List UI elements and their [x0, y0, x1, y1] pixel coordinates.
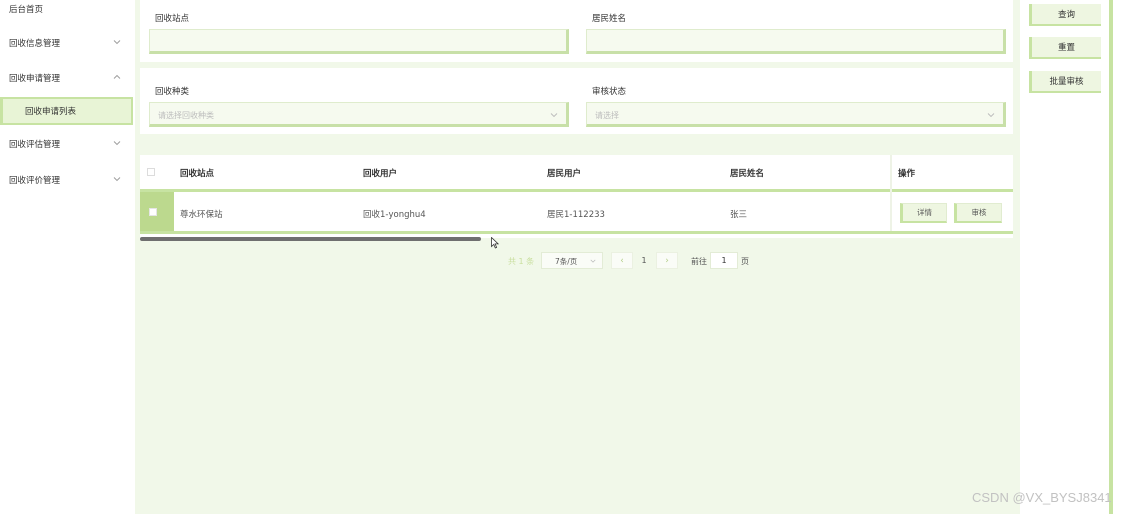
sidebar-item-label: 回收信息管理 [9, 39, 61, 49]
cell-recycle-user: 回收1-yonghu4 [363, 210, 426, 220]
goto-suffix: 页 [741, 257, 749, 266]
actions-column-divider [890, 155, 892, 234]
sidebar-item-label: 回收评估管理 [9, 140, 61, 150]
row-divider [140, 231, 1013, 234]
chevron-down-icon [113, 177, 121, 182]
data-table: 回收站点 回收用户 居民用户 居民姓名 操作 尊水环保站 回收1-yonghu4… [140, 155, 1013, 238]
audit-status-label: 审核状态 [592, 87, 627, 97]
reset-button[interactable]: 重置 [1029, 37, 1101, 59]
cell-resident-user: 居民1-112233 [547, 210, 605, 220]
audit-button[interactable]: 审核 [954, 203, 1002, 223]
column-header-resident-name: 居民姓名 [730, 169, 765, 179]
batch-audit-button[interactable]: 批量审核 [1029, 71, 1101, 93]
header-divider [140, 189, 1013, 192]
chevron-down-icon [113, 141, 121, 146]
column-header-resident-user: 居民用户 [547, 169, 582, 179]
chevron-down-icon [590, 259, 596, 263]
goto-page-input[interactable]: 1 [710, 252, 738, 269]
station-input[interactable] [149, 29, 569, 54]
pagination-total: 共 1 条 [508, 257, 535, 266]
page-size-value: 7条/页 [555, 257, 578, 266]
column-header-recycle-user: 回收用户 [363, 169, 398, 179]
station-label: 回收站点 [155, 14, 190, 24]
column-header-station: 回收站点 [180, 169, 215, 179]
query-button[interactable]: 查询 [1029, 4, 1101, 26]
current-page[interactable]: 1 [633, 252, 655, 269]
chevron-down-icon [987, 113, 995, 118]
chevron-up-icon [113, 74, 121, 79]
chevron-down-icon [550, 113, 558, 118]
sidebar-item-home[interactable]: 后台首页 [0, 0, 135, 22]
sidebar-item-recycle-apply-list[interactable]: 回收申请列表 [0, 97, 133, 125]
cell-resident-name: 张三 [730, 210, 748, 220]
sidebar-item-recycle-review[interactable]: 回收评价管理 [0, 167, 135, 193]
prev-page-button[interactable]: ‹ [611, 252, 633, 269]
category-placeholder: 请选择回收种类 [158, 111, 214, 120]
category-select[interactable]: 请选择回收种类 [149, 102, 569, 127]
horizontal-scrollbar[interactable] [140, 237, 481, 241]
next-page-button[interactable]: › [656, 252, 678, 269]
sidebar-item-recycle-apply[interactable]: 回收申请管理 [0, 65, 135, 91]
category-label: 回收种类 [155, 87, 190, 97]
sidebar-item-recycle-evaluation[interactable]: 回收评估管理 [0, 131, 135, 157]
resident-name-input[interactable] [586, 29, 1006, 54]
audit-status-placeholder: 请选择 [595, 111, 619, 120]
sidebar-item-label: 回收申请管理 [9, 74, 61, 84]
filter-panel-top: 回收站点 居民姓名 [140, 0, 1013, 62]
sidebar-item-label: 回收申请列表 [25, 107, 77, 117]
mouse-cursor-icon [491, 237, 499, 249]
sidebar-item-label: 回收评价管理 [9, 176, 61, 186]
filter-panel-bottom: 回收种类 请选择回收种类 审核状态 请选择 [140, 68, 1013, 134]
cell-station: 尊水环保站 [180, 210, 223, 220]
sidebar-item-label: 后台首页 [9, 5, 44, 15]
row-checkbox[interactable] [149, 208, 157, 216]
audit-status-select[interactable]: 请选择 [586, 102, 1006, 127]
select-all-checkbox[interactable] [147, 168, 155, 176]
detail-button[interactable]: 详情 [900, 203, 947, 223]
edge-strip [1109, 0, 1113, 514]
page-size-select[interactable]: 7条/页 [541, 252, 603, 269]
sidebar-item-recycle-info[interactable]: 回收信息管理 [0, 30, 135, 56]
chevron-down-icon [113, 40, 121, 45]
column-header-actions: 操作 [898, 169, 916, 179]
goto-prefix: 前往 [691, 257, 707, 266]
row-checkbox-cell [140, 192, 174, 231]
resident-name-label: 居民姓名 [592, 14, 627, 24]
sidebar: 后台首页 回收信息管理 回收申请管理 回收申请列表 回收评估管理 回收评价管理 [0, 0, 135, 514]
watermark: CSDN @VX_BYSJ8341 [972, 490, 1112, 505]
main-content: 回收站点 居民姓名 回收种类 请选择回收种类 审核状态 请选择 回收站点 回收用… [135, 0, 1020, 514]
